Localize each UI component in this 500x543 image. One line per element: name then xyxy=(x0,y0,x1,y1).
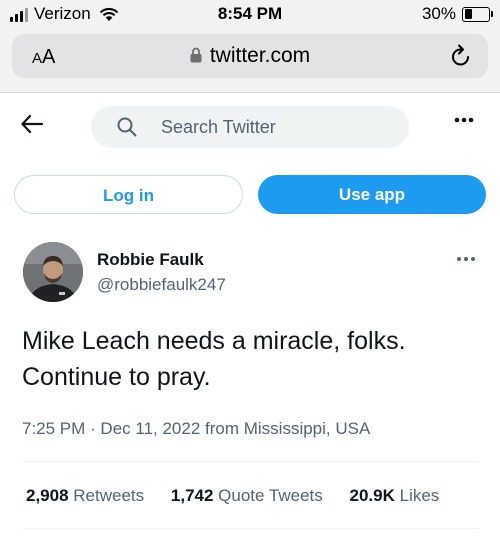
battery-level xyxy=(464,9,472,19)
retweets-count: 2,908 xyxy=(26,486,69,505)
likes-label: Likes xyxy=(399,486,440,505)
search-input[interactable] xyxy=(161,106,391,148)
back-arrow-icon[interactable] xyxy=(20,113,44,135)
author-handle[interactable]: @robbiefaulk247 xyxy=(97,275,226,295)
avatar-image xyxy=(23,242,83,302)
reload-icon[interactable] xyxy=(450,44,472,68)
search-box[interactable] xyxy=(91,106,409,148)
quote-tweets-count: 1,742 xyxy=(170,486,214,505)
battery-percent: 30% xyxy=(421,4,456,23)
tweet-more-icon[interactable] xyxy=(456,256,476,262)
url-text: twitter.com xyxy=(209,44,311,67)
url-display[interactable]: twitter.com xyxy=(12,44,488,68)
login-button[interactable]: Log in xyxy=(14,175,243,214)
tweet-timestamp[interactable]: 7:25 PM · Dec 11, 2022 from Mississippi,… xyxy=(22,419,370,439)
battery-icon xyxy=(462,6,493,22)
likes-stat[interactable]: 20.9K Likes xyxy=(350,486,440,505)
status-bar: Verizon 8:54 PM 30% xyxy=(0,0,500,28)
retweets-label: Retweets xyxy=(73,486,145,505)
use-app-button[interactable]: Use app xyxy=(258,175,486,214)
avatar[interactable] xyxy=(23,242,83,302)
quote-tweets-stat[interactable]: 1,742 Quote Tweets xyxy=(171,486,323,505)
divider xyxy=(22,528,478,529)
quote-tweets-label: Quote Tweets xyxy=(218,486,323,505)
browser-toolbar: AA twitter.com xyxy=(0,28,500,93)
author-name[interactable]: Robbie Faulk xyxy=(97,250,204,270)
lock-icon xyxy=(190,47,202,63)
twitter-top-nav xyxy=(0,93,500,161)
divider xyxy=(22,461,478,462)
address-bar[interactable]: AA twitter.com xyxy=(12,34,488,78)
likes-count: 20.9K xyxy=(349,486,395,505)
status-right: 30% xyxy=(421,4,493,24)
tweet-text: Mike Leach needs a miracle, folks. Conti… xyxy=(22,327,406,391)
tweet-stats: 2,908 Retweets 1,742 Quote Tweets 20.9K … xyxy=(26,486,461,506)
retweets-stat[interactable]: 2,908 Retweets xyxy=(26,486,144,505)
search-icon xyxy=(117,117,137,137)
more-icon[interactable] xyxy=(454,117,474,123)
